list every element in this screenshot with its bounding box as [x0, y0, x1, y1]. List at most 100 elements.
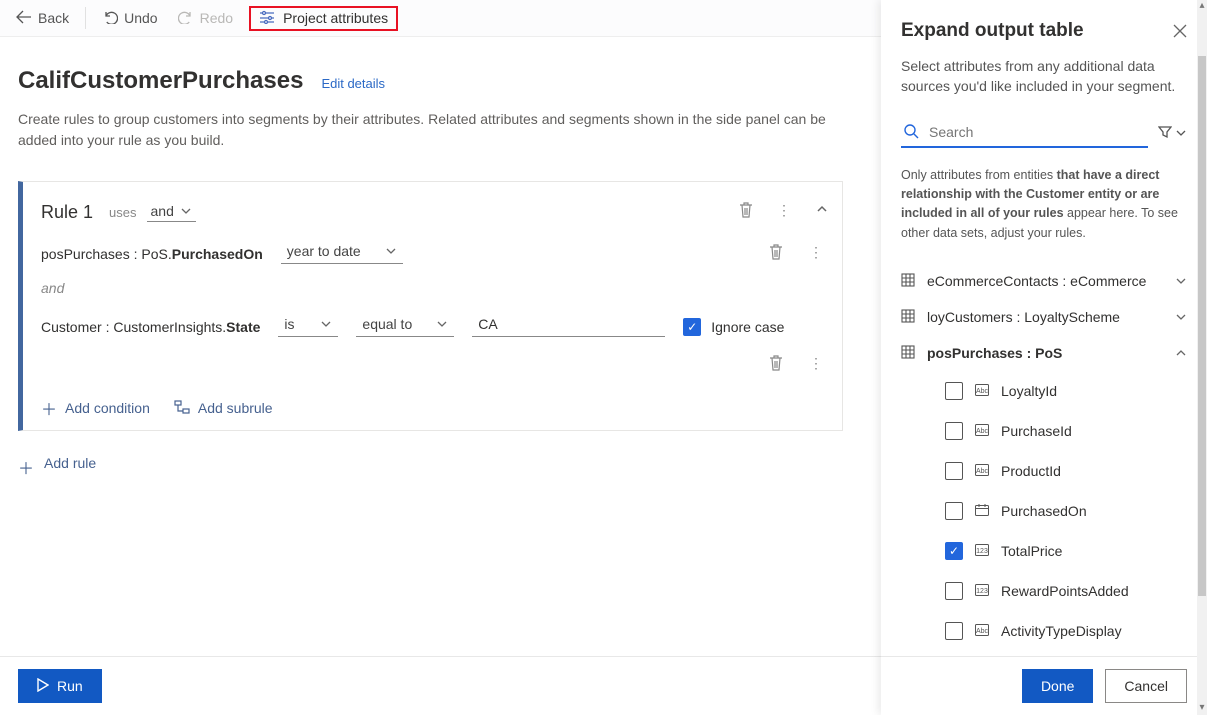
- add-subrule-button[interactable]: Add subrule: [174, 396, 273, 420]
- run-label: Run: [57, 678, 83, 694]
- page-description: Create rules to group customers into seg…: [18, 109, 848, 151]
- attribute-item[interactable]: Abc PurchaseId: [901, 411, 1187, 451]
- play-icon: [37, 678, 49, 695]
- attribute-checkbox[interactable]: [945, 582, 963, 600]
- cond1-operator-select[interactable]: year to date: [281, 243, 403, 264]
- cond1-attr-bold: PurchasedOn: [172, 246, 263, 262]
- vertical-scrollbar[interactable]: ▴ ▾: [1197, 0, 1207, 715]
- scrollbar-up-arrow[interactable]: ▴: [1197, 0, 1207, 11]
- attribute-item[interactable]: 123TotalPrice: [901, 531, 1187, 571]
- attribute-item[interactable]: AbcActivityTypeDisplay: [901, 611, 1187, 651]
- run-button[interactable]: Run: [18, 669, 102, 703]
- filter-button[interactable]: [1158, 125, 1187, 142]
- edit-details-link[interactable]: Edit details: [321, 76, 385, 91]
- cond2-more-button[interactable]: ⋮: [809, 355, 824, 374]
- undo-icon: [102, 10, 118, 27]
- plus-icon: ＋: [18, 455, 34, 479]
- attribute-checkbox[interactable]: [945, 382, 963, 400]
- plus-icon: ＋: [41, 396, 57, 420]
- arrow-left-icon: [16, 10, 32, 27]
- chevron-down-icon: [1175, 311, 1187, 323]
- cond1-more-button[interactable]: ⋮: [809, 244, 824, 263]
- done-button[interactable]: Done: [1022, 669, 1093, 703]
- attribute-checkbox[interactable]: [945, 502, 963, 520]
- scrollbar-down-arrow[interactable]: ▾: [1197, 702, 1207, 713]
- checkbox-checked-icon: [683, 318, 701, 336]
- attribute-label: ProductId: [1001, 463, 1061, 479]
- attribute-item[interactable]: 123 RewardPointsAdded: [901, 571, 1187, 611]
- svg-text:123: 123: [976, 588, 988, 595]
- rule-combiner-label: and: [151, 203, 174, 219]
- datatype-icon: 123: [975, 543, 989, 559]
- redo-label: Redo: [200, 10, 233, 26]
- rule-uses-label: uses: [109, 205, 136, 220]
- delete-rule-button[interactable]: [739, 202, 753, 221]
- filter-icon: [1158, 125, 1172, 142]
- cond2-operator-select[interactable]: equal to: [356, 316, 454, 337]
- back-button[interactable]: Back: [12, 10, 73, 27]
- entity-row-ecommerce[interactable]: eCommerceContacts : eCommerce: [901, 263, 1187, 299]
- cond1-attr-prefix: posPurchases : PoS.: [41, 246, 172, 262]
- search-icon: [903, 123, 919, 142]
- attribute-item[interactable]: PurchasedOn: [901, 491, 1187, 531]
- collapse-rule-button[interactable]: [816, 202, 828, 221]
- ignore-case-label: Ignore case: [711, 319, 784, 335]
- chevron-up-icon: [1175, 347, 1187, 359]
- panel-hint: Only attributes from entities that have …: [901, 166, 1187, 244]
- cond2-attribute: Customer : CustomerInsights.State: [41, 319, 260, 335]
- condition-row-2: Customer : CustomerInsights.State is equ…: [41, 316, 824, 374]
- attribute-checkbox[interactable]: [945, 622, 963, 640]
- cond2-is-label: is: [284, 316, 294, 332]
- redo-button[interactable]: Redo: [174, 10, 237, 27]
- add-condition-label: Add condition: [65, 400, 150, 416]
- panel-hint-pre: Only attributes from entities: [901, 168, 1057, 182]
- attribute-item[interactable]: Abc ProductId: [901, 451, 1187, 491]
- toolbar-separator: [85, 7, 86, 29]
- svg-text:Abc: Abc: [976, 628, 989, 635]
- panel-close-button[interactable]: [1173, 24, 1187, 41]
- rule-card: Rule 1 uses and ⋮ posPurchases : PoS.Pur…: [18, 181, 843, 431]
- attribute-label: PurchaseId: [1001, 423, 1072, 439]
- entity-label: posPurchases : PoS: [927, 345, 1163, 361]
- search-input[interactable]: [929, 124, 1146, 140]
- delete-cond2-button[interactable]: [769, 355, 783, 374]
- ignore-case-checkbox[interactable]: Ignore case: [683, 318, 784, 336]
- table-icon: [901, 273, 915, 290]
- add-condition-button[interactable]: ＋ Add condition: [41, 396, 150, 420]
- attribute-item[interactable]: Abc LoyaltyId: [901, 371, 1187, 411]
- project-attributes-button[interactable]: Project attributes: [249, 6, 398, 31]
- entity-label: loyCustomers : LoyaltyScheme: [927, 309, 1163, 325]
- table-icon: [901, 345, 915, 362]
- svg-text:Abc: Abc: [976, 388, 989, 395]
- add-rule-button[interactable]: ＋ Add rule: [18, 455, 96, 479]
- scrollbar-thumb[interactable]: [1198, 56, 1206, 596]
- redo-icon: [178, 10, 194, 27]
- attribute-checkbox[interactable]: [945, 462, 963, 480]
- attribute-list: eCommerceContacts : eCommerce loyCustome…: [881, 263, 1207, 656]
- panel-title: Expand output table: [901, 20, 1187, 42]
- svg-text:Abc: Abc: [976, 428, 989, 435]
- delete-cond1-button[interactable]: [769, 244, 783, 263]
- attribute-checkbox[interactable]: [945, 422, 963, 440]
- rule-combiner-select[interactable]: and: [147, 203, 196, 222]
- cond2-value-input[interactable]: [472, 316, 665, 337]
- entity-row-pos[interactable]: posPurchases : PoS: [901, 335, 1187, 371]
- search-box[interactable]: [901, 119, 1148, 148]
- datatype-icon: Abc: [975, 463, 989, 479]
- add-subrule-label: Add subrule: [198, 400, 273, 416]
- cond2-attr-prefix: Customer : CustomerInsights.: [41, 319, 226, 335]
- attribute-label: PurchasedOn: [1001, 503, 1087, 519]
- attribute-checkbox[interactable]: [945, 542, 963, 560]
- subrule-icon: [174, 400, 190, 417]
- undo-button[interactable]: Undo: [98, 10, 161, 27]
- rule-more-button[interactable]: ⋮: [777, 202, 792, 221]
- project-attributes-label: Project attributes: [283, 10, 388, 26]
- attribute-label: RewardPointsAdded: [1001, 583, 1129, 599]
- entity-row-loyalty[interactable]: loyCustomers : LoyaltyScheme: [901, 299, 1187, 335]
- attribute-label: LoyaltyId: [1001, 383, 1057, 399]
- panel-cancel-button[interactable]: Cancel: [1105, 669, 1187, 703]
- cond2-is-select[interactable]: is: [278, 316, 338, 337]
- page-title: CalifCustomerPurchases: [18, 67, 303, 95]
- datatype-icon: Abc: [975, 383, 989, 399]
- cond2-attr-bold: State: [226, 319, 260, 335]
